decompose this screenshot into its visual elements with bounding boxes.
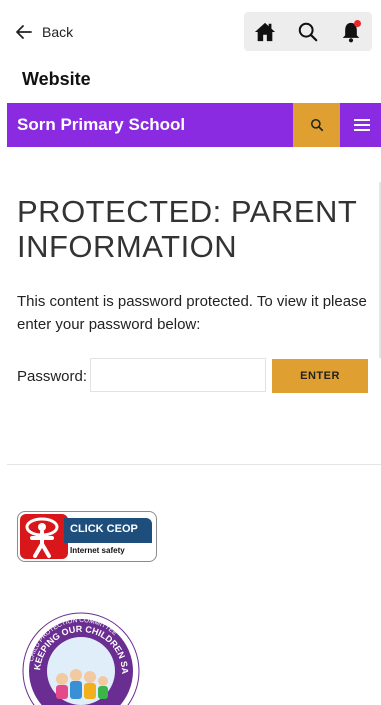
back-label: Back	[42, 24, 74, 40]
search-icon	[310, 118, 323, 132]
search-icon	[298, 22, 318, 41]
search-button[interactable]	[294, 18, 322, 46]
site-header: Sorn Primary School	[7, 103, 381, 147]
app-top-bar: Back	[0, 0, 381, 64]
page-title: Website	[22, 69, 91, 89]
password-label: Password:	[17, 368, 88, 385]
site-search-button[interactable]	[293, 103, 340, 147]
hamburger-icon	[353, 119, 370, 131]
enter-button[interactable]: ENTER	[272, 359, 368, 393]
home-button[interactable]	[251, 18, 279, 46]
notification-dot	[353, 19, 361, 27]
child-protection-logo: CHILD PROTECTION COMMITTEE KEEPING OUR C…	[18, 605, 140, 705]
back-button[interactable]: Back	[14, 21, 73, 43]
site-title[interactable]: Sorn Primary School	[17, 115, 185, 135]
ceop-subtitle: Internet safety	[70, 546, 125, 555]
protected-message: This content is password protected. To v…	[17, 293, 367, 333]
notifications-button[interactable]	[337, 18, 365, 46]
menu-button[interactable]	[342, 103, 381, 147]
ceop-logo	[20, 514, 68, 559]
child-protection-badge[interactable]: CHILD PROTECTION COMMITTEE KEEPING OUR C…	[18, 605, 144, 705]
password-input[interactable]	[90, 358, 266, 392]
toolbar-icon-group	[244, 12, 372, 51]
arrow-left-icon	[16, 25, 32, 39]
divider	[7, 464, 381, 465]
ceop-figure-icon	[25, 517, 59, 558]
page-heading: PROTECTED: PARENT INFORMATION	[17, 194, 357, 264]
ceop-title: CLICK CEOP	[70, 523, 138, 535]
ceop-badge[interactable]: CLICK CEOP Internet safety	[17, 511, 157, 562]
home-icon	[255, 22, 276, 41]
